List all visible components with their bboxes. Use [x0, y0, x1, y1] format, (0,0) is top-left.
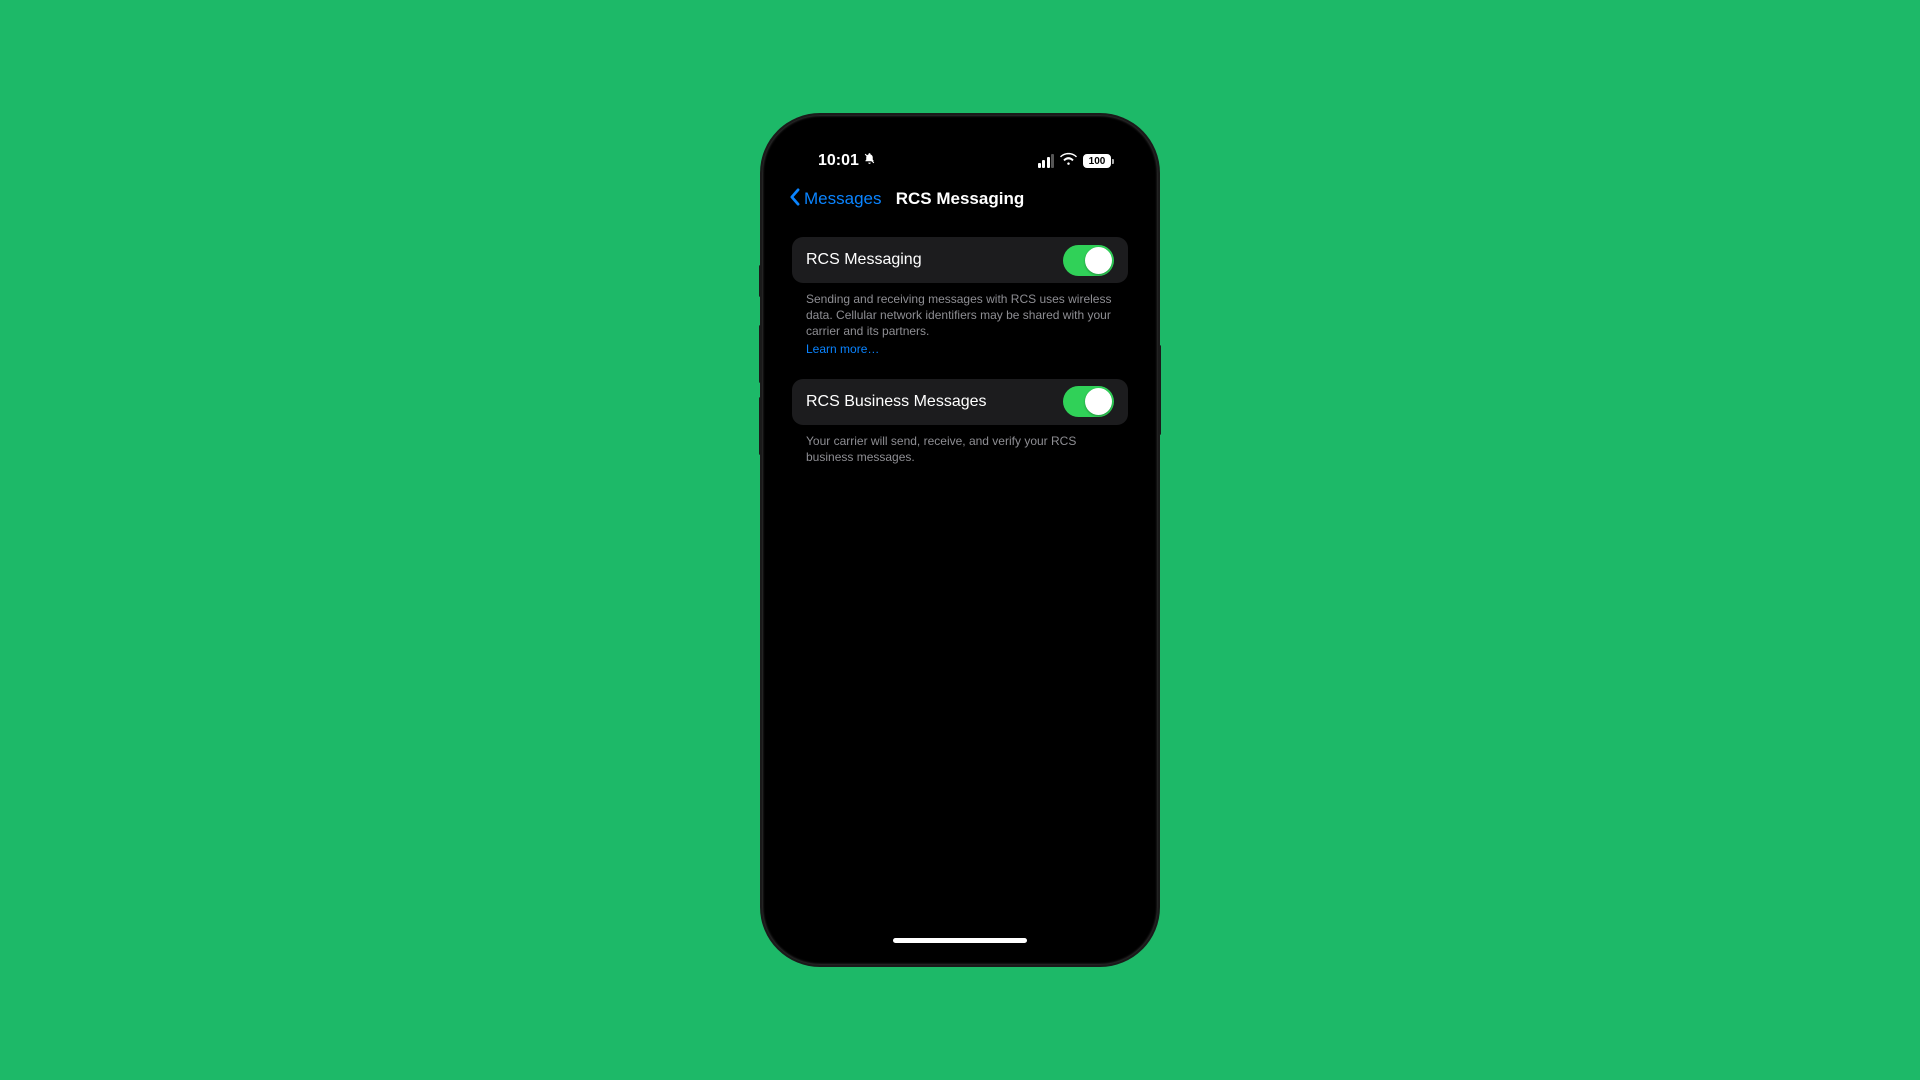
wifi-icon [1060, 152, 1077, 170]
status-left: 10:01 [818, 152, 876, 170]
rcs-messaging-row[interactable]: RCS Messaging [792, 237, 1128, 283]
navigation-bar: Messages RCS Messaging [776, 179, 1144, 219]
status-right: 100 [1038, 152, 1115, 170]
phone-frame: 10:01 100 [762, 115, 1158, 965]
rcs-messaging-footer-text: Sending and receiving messages with RCS … [806, 292, 1111, 338]
side-button [759, 265, 762, 297]
chevron-left-icon [788, 188, 801, 211]
rcs-business-footer: Your carrier will send, receive, and ver… [792, 425, 1128, 465]
cellular-icon [1038, 154, 1055, 168]
side-button [759, 325, 762, 383]
rcs-business-footer-text: Your carrier will send, receive, and ver… [806, 434, 1076, 464]
rcs-messaging-footer: Sending and receiving messages with RCS … [792, 283, 1128, 357]
battery-icon: 100 [1083, 154, 1114, 168]
back-label: Messages [804, 189, 881, 209]
side-button [1158, 345, 1161, 435]
status-time: 10:01 [818, 152, 859, 170]
toggle-knob [1085, 388, 1112, 415]
back-button[interactable]: Messages [788, 188, 881, 211]
rcs-business-row[interactable]: RCS Business Messages [792, 379, 1128, 425]
learn-more-link[interactable]: Learn more… [806, 341, 1114, 357]
side-button [759, 397, 762, 455]
toggle-knob [1085, 247, 1112, 274]
rcs-messaging-label: RCS Messaging [806, 251, 922, 269]
rcs-business-label: RCS Business Messages [806, 393, 987, 411]
phone-screen: 10:01 100 [776, 129, 1144, 951]
status-bar: 10:01 100 [776, 129, 1144, 179]
rcs-business-toggle[interactable] [1063, 386, 1114, 417]
content-area: RCS Messaging Sending and receiving mess… [776, 219, 1144, 465]
battery-level: 100 [1083, 154, 1111, 168]
bell-slash-icon [863, 152, 876, 170]
rcs-messaging-toggle[interactable] [1063, 245, 1114, 276]
home-indicator[interactable] [893, 938, 1027, 943]
